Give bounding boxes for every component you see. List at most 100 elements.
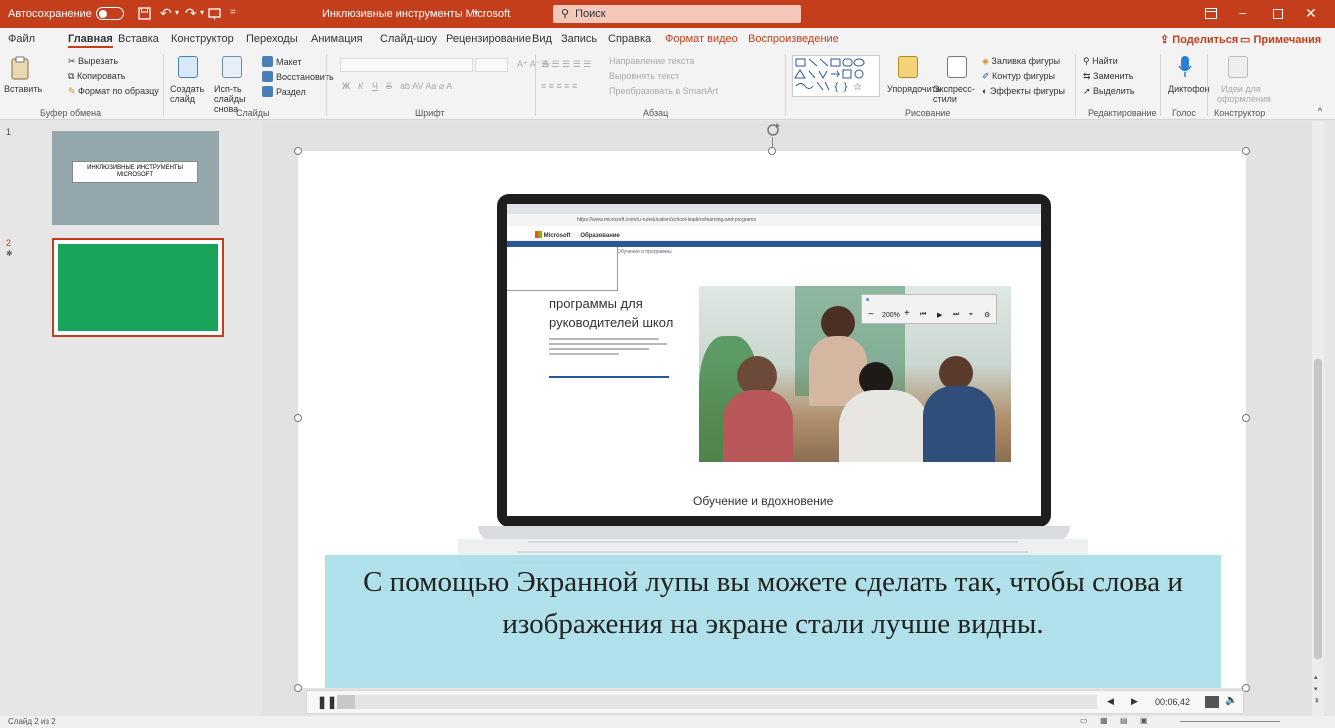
shape-effects-button[interactable]: ◐ Эффекты фигуры: [982, 86, 1065, 96]
zoom-in-icon[interactable]: +: [904, 308, 910, 319]
quick-styles-button[interactable]: Экспресс-стили: [933, 84, 979, 104]
normal-view-icon[interactable]: ▭: [1080, 716, 1088, 725]
prev-slide-icon[interactable]: ⇞: [1314, 697, 1320, 705]
share-button[interactable]: ⇪ Поделиться: [1160, 33, 1238, 46]
vertical-scrollbar[interactable]: ▴ ▾ ⇞: [1312, 121, 1324, 716]
start-slideshow-icon[interactable]: [208, 7, 221, 20]
slide-thumbnail-1[interactable]: ИНКЛЮЗИВНЫЕ ИНСТРУМЕНТЫ MICROSOFT: [52, 131, 219, 225]
customize-toolbar-icon[interactable]: =: [230, 7, 236, 18]
font-effects-icon[interactable]: ab AV Aa ⌀ A: [400, 81, 452, 92]
resize-handle-ml[interactable]: [294, 414, 302, 422]
zoom-out-icon[interactable]: −: [868, 309, 874, 320]
undo-dropdown-icon[interactable]: ▾: [175, 8, 179, 17]
save-icon[interactable]: [138, 7, 151, 20]
tab-playback[interactable]: Воспроизведение: [748, 33, 839, 45]
slide-thumbnail-2[interactable]: [52, 238, 224, 337]
italic-button[interactable]: К: [358, 81, 363, 91]
zoom-slider[interactable]: [1180, 721, 1280, 722]
settings-icon[interactable]: ⚙: [984, 311, 990, 319]
new-slide-button[interactable]: Создать слайд: [170, 84, 210, 104]
strikethrough-button[interactable]: S: [386, 81, 392, 91]
minimize-icon[interactable]: –: [1239, 5, 1246, 20]
scroll-up-icon[interactable]: ▴: [1314, 673, 1318, 681]
find-button[interactable]: ⚲ Найти: [1083, 56, 1118, 67]
scroll-down-icon[interactable]: ▾: [1314, 685, 1318, 693]
video-progress-bar[interactable]: [337, 695, 1097, 709]
select-button[interactable]: ➚ Выделить: [1083, 86, 1135, 97]
designer-icon[interactable]: [1228, 56, 1248, 78]
underline-button[interactable]: Ч: [372, 81, 378, 91]
skip-back-icon[interactable]: ⏮: [920, 311, 926, 319]
tab-slideshow[interactable]: Слайд-шоу: [380, 33, 437, 45]
maximize-icon[interactable]: [1273, 9, 1283, 19]
layout-button[interactable]: Макет: [262, 56, 301, 67]
sorter-view-icon[interactable]: ▦: [1100, 716, 1108, 725]
rotate-handle-icon[interactable]: [765, 122, 781, 138]
collapse-ribbon-icon[interactable]: ^: [1318, 106, 1322, 116]
read-from-here-icon[interactable]: ⌖: [969, 311, 973, 319]
format-painter-button[interactable]: ✎ Формат по образцу: [68, 86, 159, 97]
reuse-slides-icon[interactable]: [222, 56, 242, 78]
section-button[interactable]: Раздел: [262, 86, 306, 97]
tab-view[interactable]: Вид: [532, 33, 552, 45]
pause-icon[interactable]: ❚❚: [317, 695, 337, 709]
cut-button[interactable]: ✂ Вырезать: [68, 56, 118, 67]
autosave-toggle[interactable]: [96, 7, 124, 20]
play-icon[interactable]: ▶: [937, 311, 942, 319]
replace-button[interactable]: ⇆ Заменить: [1083, 71, 1134, 82]
resize-handle-tr[interactable]: [1242, 147, 1250, 155]
tab-transitions[interactable]: Переходы: [246, 33, 298, 45]
tab-insert[interactable]: Вставка: [118, 33, 159, 45]
group-slides: Слайды: [236, 108, 270, 118]
slideshow-view-icon[interactable]: ▣: [1140, 716, 1148, 725]
new-slide-icon[interactable]: [178, 56, 198, 78]
redo-icon[interactable]: ↷: [185, 5, 197, 22]
volume-icon[interactable]: 🔈: [1225, 695, 1237, 706]
align-text-button[interactable]: Выровнять текст: [609, 71, 679, 81]
close-icon[interactable]: ✕: [1305, 5, 1317, 22]
tab-file[interactable]: Файл: [8, 33, 35, 45]
microphone-icon[interactable]: [1177, 55, 1193, 79]
skip-forward-icon[interactable]: ⏭: [953, 311, 959, 319]
shape-fill-button[interactable]: ◈ Заливка фигуры: [982, 56, 1060, 67]
design-ideas-button[interactable]: Идеи для оформления: [1217, 84, 1271, 104]
resize-handle-tc[interactable]: [768, 147, 776, 155]
paste-icon[interactable]: [10, 56, 30, 80]
resize-handle-tl[interactable]: [294, 147, 302, 155]
list-icons[interactable]: ☰ ☰ ☰ ☰ ☰: [541, 59, 591, 70]
reading-view-icon[interactable]: ▤: [1120, 716, 1128, 725]
search-box[interactable]: ⚲ Поиск: [553, 5, 801, 23]
tab-record[interactable]: Запись: [561, 33, 597, 45]
scrollbar-thumb[interactable]: [1314, 359, 1322, 659]
tab-video-format[interactable]: Формат видео: [665, 33, 738, 45]
step-forward-icon[interactable]: ▶: [1131, 696, 1138, 707]
reset-button[interactable]: Восстановить: [262, 71, 334, 82]
resize-handle-mr[interactable]: [1242, 414, 1250, 422]
captions-icon[interactable]: [1205, 696, 1219, 708]
tab-home[interactable]: Главная: [68, 33, 113, 48]
arrange-icon[interactable]: [898, 56, 918, 78]
copy-button[interactable]: ⧉ Копировать: [68, 71, 125, 82]
title-dropdown-icon[interactable]: ▾: [474, 8, 478, 17]
tab-help[interactable]: Справка: [608, 33, 651, 45]
comments-button[interactable]: ▭ Примечания: [1240, 33, 1321, 46]
text-direction-button[interactable]: Направление текста: [609, 56, 694, 66]
tab-design[interactable]: Конструктор: [171, 33, 234, 45]
undo-icon[interactable]: ↶: [160, 5, 172, 22]
tab-review[interactable]: Рецензирование: [446, 33, 531, 45]
tab-animations[interactable]: Анимация: [311, 33, 363, 45]
shape-outline-button[interactable]: ✐ Контур фигуры: [982, 71, 1055, 82]
quick-styles-icon[interactable]: [947, 56, 967, 78]
dictate-button[interactable]: Диктофон: [1168, 84, 1210, 94]
align-icons[interactable]: ≡ ≡ ≡ ≡ ≡: [541, 81, 577, 91]
paste-button[interactable]: Вставить: [4, 84, 42, 94]
redo-dropdown-icon[interactable]: ▾: [200, 8, 204, 17]
shapes-gallery[interactable]: { } ☆: [792, 55, 880, 97]
convert-smartart-button[interactable]: Преобразовать в SmartArt: [609, 86, 718, 96]
resize-handle-bl[interactable]: [294, 684, 302, 692]
font-family-select[interactable]: [340, 58, 473, 72]
ribbon-display-icon[interactable]: [1205, 8, 1217, 19]
font-size-select[interactable]: [475, 58, 508, 72]
step-back-icon[interactable]: ◀: [1107, 696, 1114, 707]
bold-button[interactable]: Ж: [342, 81, 350, 91]
